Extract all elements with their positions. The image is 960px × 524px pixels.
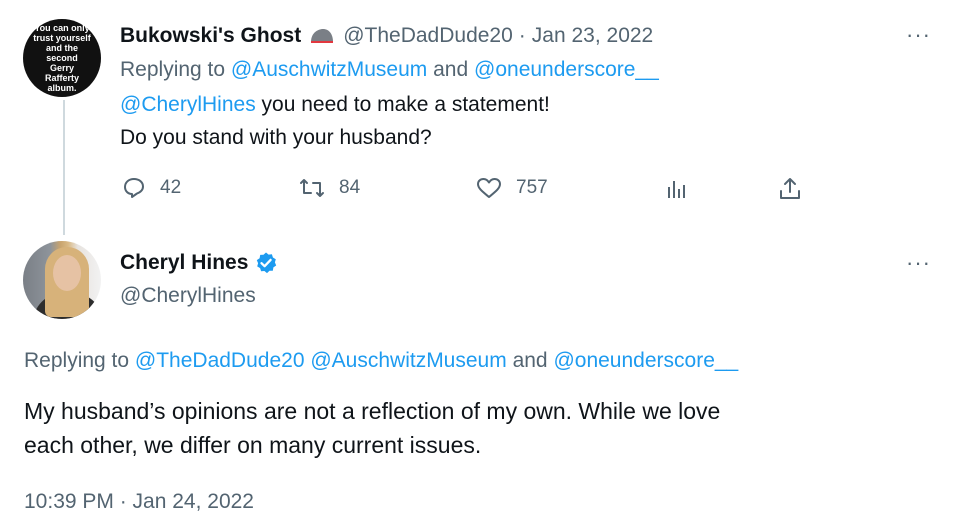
tweet-text-line1: @CherylHines you need to make a statemen… (120, 93, 550, 117)
display-name[interactable]: Bukowski's Ghost (120, 24, 301, 48)
ghost-emoji-icon (309, 28, 335, 44)
reply-count: 42 (160, 177, 182, 198)
retweet-button[interactable]: 84 (299, 176, 360, 200)
handle[interactable]: @CherylHines (120, 284, 256, 308)
handle[interactable]: @TheDadDude20 (343, 24, 513, 48)
share-button[interactable] (777, 176, 803, 202)
like-button[interactable]: 757 (476, 176, 548, 200)
tweet-date[interactable]: Jan 23, 2022 (532, 24, 653, 48)
share-upload-icon (777, 176, 803, 202)
mention-link[interactable]: @CherylHines (120, 93, 256, 116)
mention-link[interactable]: @oneunderscore__ (474, 58, 659, 81)
analytics-bar-chart-icon (664, 177, 688, 201)
replying-to-line: Replying to @TheDadDude20 @AuschwitzMuse… (24, 349, 738, 373)
heart-icon (476, 176, 502, 200)
tweet-text-line2: each other, we differ on many current is… (24, 432, 482, 458)
tweet-text-line2: Do you stand with your husband? (120, 126, 432, 149)
mention-link[interactable]: @AuschwitzMuseum (310, 349, 506, 372)
and-label: and (433, 58, 469, 81)
more-options-button[interactable]: ··· (906, 22, 931, 48)
like-count: 757 (516, 177, 548, 198)
avatar-text: You can only trust yourself and the seco… (33, 23, 91, 93)
reply-icon (122, 176, 146, 200)
main-tweet-header: Cheryl Hines (120, 251, 278, 275)
replying-to-label: Replying to (120, 58, 226, 81)
reply-tweet-header: Bukowski's Ghost @TheDadDude20 · Jan 23,… (120, 24, 653, 48)
replying-to-line: Replying to @AuschwitzMuseum and @oneund… (120, 58, 659, 82)
display-name[interactable]: Cheryl Hines (120, 251, 248, 275)
thread-connector-line (63, 100, 65, 235)
mention-link[interactable]: @oneunderscore__ (553, 349, 738, 372)
avatar-face (53, 255, 81, 291)
avatar[interactable] (23, 241, 101, 319)
replying-to-label: Replying to (24, 349, 130, 372)
and-label: and (512, 349, 548, 372)
tweet-timestamp[interactable]: 10:39 PM · Jan 24, 2022 (24, 490, 254, 514)
avatar[interactable]: You can only trust yourself and the seco… (23, 19, 101, 97)
mention-link[interactable]: @TheDadDude20 (135, 349, 305, 372)
retweet-count: 84 (339, 177, 361, 198)
more-options-button[interactable]: ··· (906, 250, 931, 276)
retweet-icon (299, 176, 325, 200)
tweet-text-line1: My husband’s opinions are not a reflecti… (24, 398, 721, 424)
tweet-text: you need to make a statement! (261, 93, 550, 116)
mention-link[interactable]: @AuschwitzMuseum (231, 58, 427, 81)
reply-button[interactable]: 42 (122, 176, 181, 200)
separator-dot: · (518, 24, 526, 47)
analytics-button[interactable] (664, 177, 688, 201)
verified-badge-icon (254, 251, 278, 275)
